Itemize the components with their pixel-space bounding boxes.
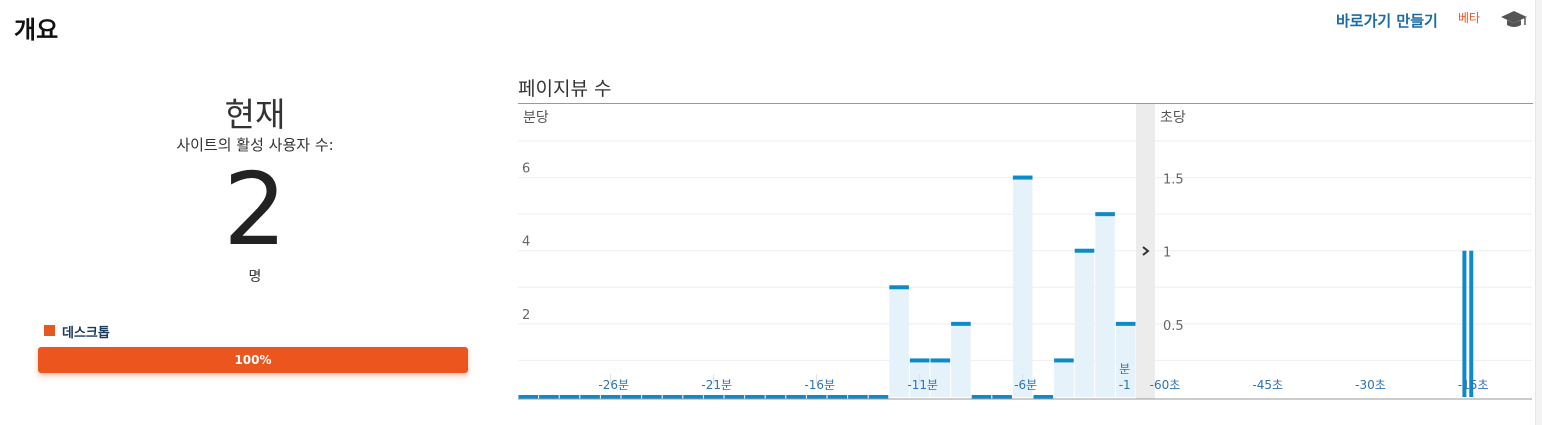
minute-bar-cap — [765, 395, 786, 399]
minute-pane-label: 분당 — [523, 110, 549, 126]
minute-bar-cap — [745, 395, 765, 399]
x-tick-label: 분 — [1119, 362, 1130, 376]
beta-badge: 베타 — [1458, 11, 1481, 25]
minute-bar-cap — [518, 395, 539, 399]
y-tick-label: 0.5 — [1163, 319, 1184, 334]
minute-bar[interactable] — [1074, 250, 1095, 397]
x-tick-label: -1 — [1119, 378, 1131, 392]
x-tick-label: -45초 — [1252, 378, 1283, 392]
y-tick-label: 6 — [522, 162, 530, 177]
minute-bar-cap — [683, 395, 703, 399]
second-bar[interactable] — [1469, 250, 1474, 397]
minute-bar-cap — [971, 395, 992, 399]
minute-bar[interactable] — [889, 287, 909, 397]
realtime-overview: 개요 바로가기 만들기 베타 현재 사이트의 활성 사용자 수: 2 명 데스크… — [0, 0, 1542, 425]
user-unit-label: 명 — [248, 269, 262, 285]
desktop-legend-label: 데스크톱 — [62, 326, 110, 341]
minute-bar-cap — [786, 395, 806, 399]
minute-bar-cap — [1115, 321, 1136, 326]
minute-bar[interactable] — [1054, 360, 1074, 397]
minute-bar-cap — [1074, 248, 1095, 253]
minute-bar-cap — [600, 395, 621, 399]
active-user-count: 2 — [223, 151, 287, 268]
minute-bar-cap — [992, 395, 1012, 399]
x-tick-label: -15초 — [1458, 378, 1489, 392]
minute-bar-cap — [642, 395, 662, 399]
device-share-percent: 100% — [234, 353, 272, 367]
minute-bar-cap — [909, 358, 930, 363]
minute-bar-cap — [580, 395, 600, 399]
minute-bar-cap — [1095, 212, 1115, 217]
x-tick-label: -6분 — [1014, 378, 1037, 392]
scrollbar[interactable] — [1535, 0, 1542, 425]
minute-bar[interactable] — [1012, 177, 1033, 397]
minute-bar-cap — [539, 395, 559, 399]
minute-bar[interactable] — [1095, 214, 1115, 397]
minute-bar-cap — [827, 395, 848, 399]
minute-bar-cap — [662, 395, 683, 399]
x-tick-label: -16분 — [804, 378, 835, 392]
y-tick-label: 1.5 — [1163, 173, 1184, 188]
minute-bar-cap — [559, 395, 580, 399]
now-heading: 현재 — [224, 95, 286, 134]
pageviews-chart-title: 페이지뷰 수 — [518, 78, 612, 100]
pageviews-chart: 2 4 6 0.5 1 1.5 -26분 -21분 -16분 -11분 -6분 분 -1 -60초 -4… — [518, 104, 1532, 400]
create-shortcut-link[interactable]: 바로가기 만들기 — [1336, 10, 1438, 31]
y-tick-label: 1 — [1163, 246, 1171, 261]
y-tick-label: 4 — [522, 235, 530, 250]
x-tick-label: -30초 — [1355, 378, 1386, 392]
page-title: 개요 — [14, 16, 59, 44]
pane-splitter[interactable] — [1136, 104, 1155, 399]
y-tick-label: 2 — [522, 308, 530, 323]
minute-bar-cap — [724, 395, 745, 399]
second-bar[interactable] — [1462, 250, 1467, 397]
minute-bar-cap — [621, 395, 642, 399]
x-tick-label: -11분 — [907, 378, 938, 392]
x-tick-label: -26분 — [598, 378, 629, 392]
minute-bar-cap — [806, 395, 827, 399]
second-pane-label: 초당 — [1160, 110, 1186, 126]
minute-bar-cap — [868, 395, 889, 399]
minute-bar-cap — [951, 321, 971, 326]
minute-bar-cap — [889, 285, 909, 290]
minute-bar-cap — [930, 358, 951, 363]
minute-bar-cap — [848, 395, 868, 399]
minute-bar-cap — [703, 395, 724, 399]
minute-bar-cap — [1033, 395, 1054, 399]
minute-bar-cap — [1054, 358, 1074, 363]
x-tick-label: -21분 — [701, 378, 732, 392]
x-tick-label: -60초 — [1150, 378, 1181, 392]
minute-bar-cap — [1012, 175, 1033, 180]
device-share-bar[interactable]: 100% — [38, 347, 468, 373]
minute-bar[interactable] — [951, 323, 971, 397]
desktop-legend-swatch — [44, 325, 55, 336]
graduation-cap-icon[interactable] — [1500, 8, 1528, 30]
